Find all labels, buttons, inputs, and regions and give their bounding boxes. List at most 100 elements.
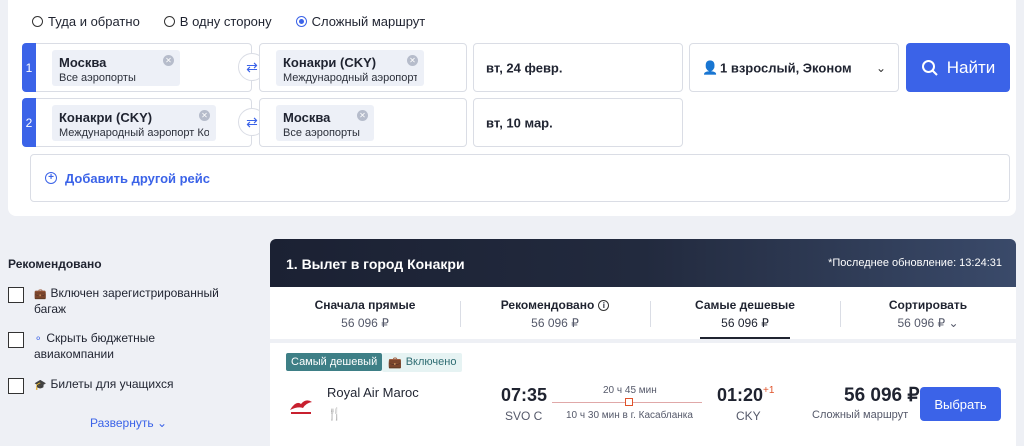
checkbox[interactable] <box>8 287 24 303</box>
stop-info: 10 ч 30 мин в г. Касабланка <box>566 410 693 421</box>
search-button-label: Найти <box>946 57 996 77</box>
departure-airport: SVO C <box>505 409 543 423</box>
trip-type-label: Туда и обратно <box>48 14 140 29</box>
to-city: Конакри (CKY) <box>283 55 377 70</box>
meal-icon: 🍴 <box>327 407 342 421</box>
results-title: 1. Вылет в город Конакри <box>286 256 465 272</box>
sort-price: 56 096 ₽ <box>897 316 946 330</box>
trip-type-group: Туда и обратно В одну сторону Сложный ма… <box>32 14 425 29</box>
sort-tab-recommended[interactable]: Рекомендовано i 56 096 ₽ <box>460 287 650 339</box>
last-update: *Последнее обновление: 13:24:31 <box>828 257 1002 269</box>
sort-price: 56 096 ₽ <box>531 316 579 330</box>
included-badge: 💼 Включено <box>382 353 463 372</box>
sort-bar: Сначала прямые 56 096 ₽ Рекомендовано i 5… <box>270 287 1016 339</box>
passengers-field[interactable]: 👤 1 взрослый, Эконом ⌄ <box>689 43 899 92</box>
date-field-1[interactable]: вт, 24 февр. <box>473 43 683 92</box>
sort-price-wrap: 56 096 ₽ ⌄ <box>840 316 1016 330</box>
clear-icon[interactable]: ✕ <box>407 55 418 66</box>
airline-name: Royal Air Maroc <box>327 385 419 400</box>
filter-label: Включен зарегистрированный багаж <box>34 286 219 316</box>
sort-label: Сортировать <box>888 298 968 312</box>
plus-circle-icon: + <box>45 172 57 184</box>
price-type: Сложный маршрут <box>812 409 909 421</box>
sort-price: 56 096 ₽ <box>721 316 769 330</box>
filter-hide-budget[interactable]: ⚬ Скрыть бюджетные авиакомпании <box>8 331 214 362</box>
date-value: вт, 10 мар. <box>486 115 553 130</box>
arrival-airport: CKY <box>736 409 761 423</box>
search-button[interactable]: Найти <box>906 43 1010 92</box>
tag-icon: ⚬ <box>34 334 43 345</box>
sort-tab-direct[interactable]: Сначала прямые 56 096 ₽ <box>270 287 460 339</box>
airline-logo <box>290 400 312 414</box>
from-airport: Международный аэропорт Кон... <box>59 127 209 139</box>
filter-label-wrap: 💼 Включен зарегистрированный багаж <box>34 286 234 317</box>
swap-icon: ⇄ <box>246 58 258 75</box>
flight-result-card[interactable]: Самый дешевый 💼 Включено Royal Air Maroc … <box>270 343 1016 446</box>
info-icon[interactable]: i <box>598 299 610 311</box>
sort-tab-sort-dropdown[interactable]: Сортировать 56 096 ₽ ⌄ <box>840 287 1016 339</box>
cheapest-badge: Самый дешевый <box>286 353 383 371</box>
from-location-chip-2[interactable]: Конакри (CKY) Международный аэропорт Кон… <box>52 105 216 141</box>
trip-type-oneway[interactable]: В одну сторону <box>163 14 272 29</box>
luggage-icon: 💼 <box>34 289 47 300</box>
filters-title: Рекомендовано <box>8 257 102 271</box>
chevron-down-icon: ⌄ <box>875 60 886 75</box>
trip-type-multicity[interactable]: Сложный маршрут <box>295 14 426 29</box>
to-airport: Международный аэропорт Кон... <box>283 72 417 84</box>
sort-tab-cheapest[interactable]: Самые дешевые 56 096 ₽ <box>650 287 840 339</box>
radio-icon[interactable] <box>32 16 43 27</box>
to-field-2[interactable]: Москва Все аэропорты ✕ <box>259 98 467 147</box>
chevron-down-icon: ⌄ <box>153 416 167 430</box>
swap-icon: ⇄ <box>246 113 258 130</box>
results-header: 1. Вылет в город Конакри *Последнее обно… <box>270 239 1016 287</box>
filter-label: Билеты для учащихся <box>50 377 174 391</box>
arrival-time: 01:20 <box>717 385 764 405</box>
graduation-cap-icon: 🎓 <box>34 380 47 391</box>
filter-students[interactable]: 🎓 Билеты для учащихся <box>8 377 234 394</box>
departure-time: 07:35 <box>501 385 548 405</box>
from-field-2[interactable]: Конакри (CKY) Международный аэропорт Кон… <box>36 98 252 147</box>
to-airport: Все аэропорты <box>283 127 360 139</box>
segment-number-2: 2 <box>22 98 36 147</box>
segment-number-1: 1 <box>22 43 36 92</box>
from-airport: Все аэропорты <box>59 72 136 84</box>
select-button[interactable]: Выбрать <box>920 387 1001 421</box>
date-value: вт, 24 февр. <box>486 60 563 75</box>
sort-label: Рекомендовано <box>500 298 595 312</box>
radio-icon[interactable] <box>163 16 175 27</box>
chevron-down-icon: ⌄ <box>945 316 959 330</box>
add-flight-button[interactable]: + Добавить другой рейс <box>30 154 1010 202</box>
sort-label-wrap: Рекомендовано i <box>460 298 650 312</box>
from-location-chip-1[interactable]: Москва Все аэропорты ✕ <box>52 50 180 86</box>
checkbox[interactable] <box>8 332 24 348</box>
to-location-chip-2[interactable]: Москва Все аэропорты ✕ <box>276 105 374 141</box>
filter-label-wrap: ⚬ Скрыть бюджетные авиакомпании <box>34 331 214 362</box>
sort-label: Самые дешевые <box>695 298 795 312</box>
day-offset: +1 <box>763 385 775 396</box>
clear-icon[interactable]: ✕ <box>357 110 368 121</box>
date-field-2[interactable]: вт, 10 мар. <box>473 98 683 147</box>
filter-label-wrap: 🎓 Билеты для учащихся <box>34 377 234 394</box>
trip-type-roundtrip[interactable]: Туда и обратно <box>32 14 140 29</box>
price: 56 096 ₽ <box>844 385 920 406</box>
clear-icon[interactable]: ✕ <box>199 110 210 121</box>
search-icon <box>921 59 938 76</box>
luggage-icon: 💼 <box>388 357 402 369</box>
trip-type-label: Сложный маршрут <box>311 14 426 29</box>
checkbox[interactable] <box>8 378 24 394</box>
to-field-1[interactable]: Конакри (CKY) Международный аэропорт Кон… <box>259 43 467 92</box>
from-field-1[interactable]: Москва Все аэропорты ✕ <box>36 43 252 92</box>
search-panel: Туда и обратно В одну сторону Сложный ма… <box>8 0 1016 216</box>
filter-baggage[interactable]: 💼 Включен зарегистрированный багаж <box>8 286 234 317</box>
stop-marker <box>625 398 633 406</box>
to-location-chip-1[interactable]: Конакри (CKY) Международный аэропорт Кон… <box>276 50 424 86</box>
radio-checked-icon[interactable] <box>295 16 307 27</box>
add-flight-label: Добавить другой рейс <box>65 170 211 186</box>
to-city: Москва <box>283 110 331 125</box>
included-label: Включено <box>405 356 457 368</box>
sort-label: Сначала прямые <box>314 298 416 312</box>
from-city: Конакри (CKY) <box>59 110 153 125</box>
clear-icon[interactable]: ✕ <box>163 55 174 66</box>
filter-label: Скрыть бюджетные авиакомпании <box>34 331 156 361</box>
expand-filters-link[interactable]: Развернуть ⌄ <box>90 416 167 430</box>
